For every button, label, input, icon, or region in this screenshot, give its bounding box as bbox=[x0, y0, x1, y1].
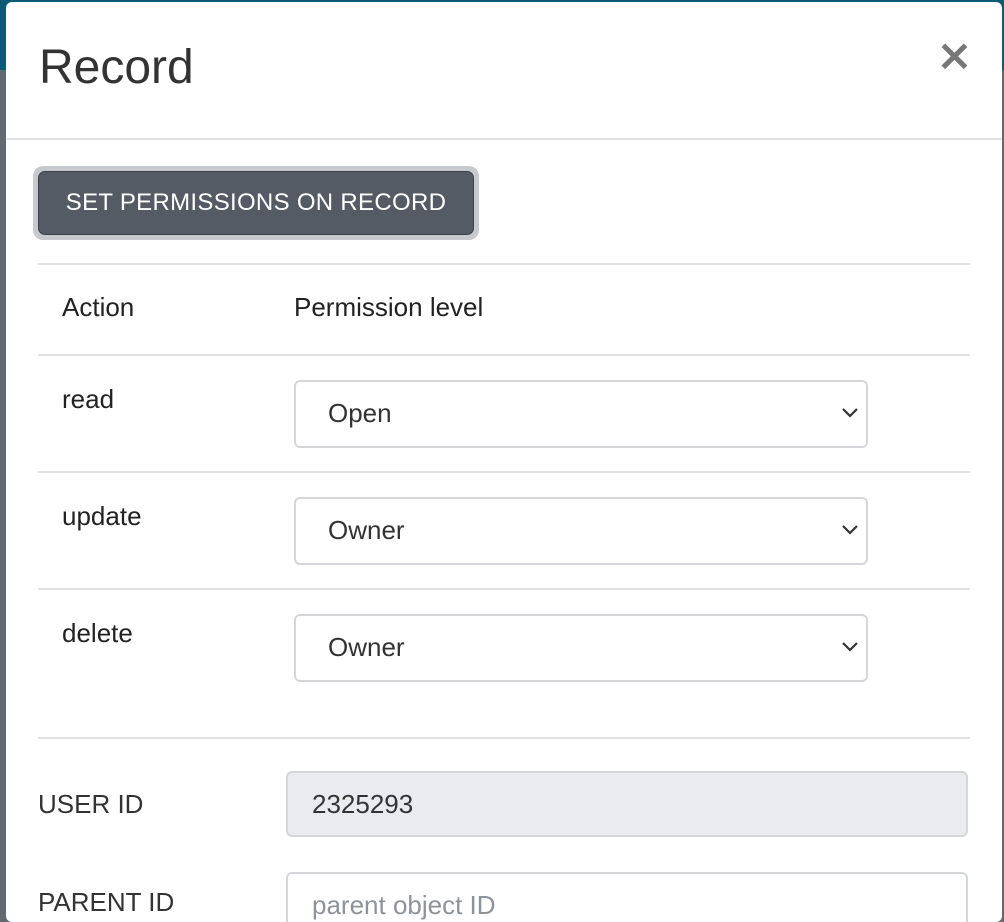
chevron-down-icon bbox=[842, 642, 858, 652]
chevron-down-icon bbox=[842, 408, 858, 418]
parent-id-field[interactable] bbox=[286, 872, 968, 922]
divider bbox=[38, 263, 970, 265]
divider bbox=[38, 471, 970, 473]
permission-select-read[interactable]: Open bbox=[294, 380, 868, 448]
record-modal: Record × SET PERMISSIONS ON RECORD Actio… bbox=[6, 2, 1002, 922]
select-value: Open bbox=[328, 398, 392, 428]
column-header-permission-level: Permission level bbox=[294, 292, 484, 322]
divider bbox=[38, 588, 970, 590]
select-value: Owner bbox=[328, 632, 405, 662]
action-label-update: update bbox=[62, 501, 142, 531]
column-header-action: Action bbox=[62, 292, 135, 322]
action-label-read: read bbox=[62, 384, 115, 414]
user-id-field[interactable] bbox=[286, 771, 968, 837]
permission-select-update[interactable]: Owner bbox=[294, 497, 868, 565]
set-permissions-button[interactable]: SET PERMISSIONS ON RECORD bbox=[38, 171, 474, 235]
permission-select-delete[interactable]: Owner bbox=[294, 614, 868, 682]
permissions-button-focus-ring: SET PERMISSIONS ON RECORD bbox=[33, 166, 479, 240]
chevron-down-icon bbox=[842, 525, 858, 535]
parent-id-label: PARENT ID bbox=[38, 887, 175, 917]
user-id-label: USER ID bbox=[38, 789, 144, 819]
divider bbox=[38, 354, 970, 356]
divider bbox=[38, 737, 970, 739]
action-label-delete: delete bbox=[62, 618, 133, 648]
select-value: Owner bbox=[328, 515, 405, 545]
modal-body: SET PERMISSIONS ON RECORD Action Permiss… bbox=[6, 2, 1002, 922]
